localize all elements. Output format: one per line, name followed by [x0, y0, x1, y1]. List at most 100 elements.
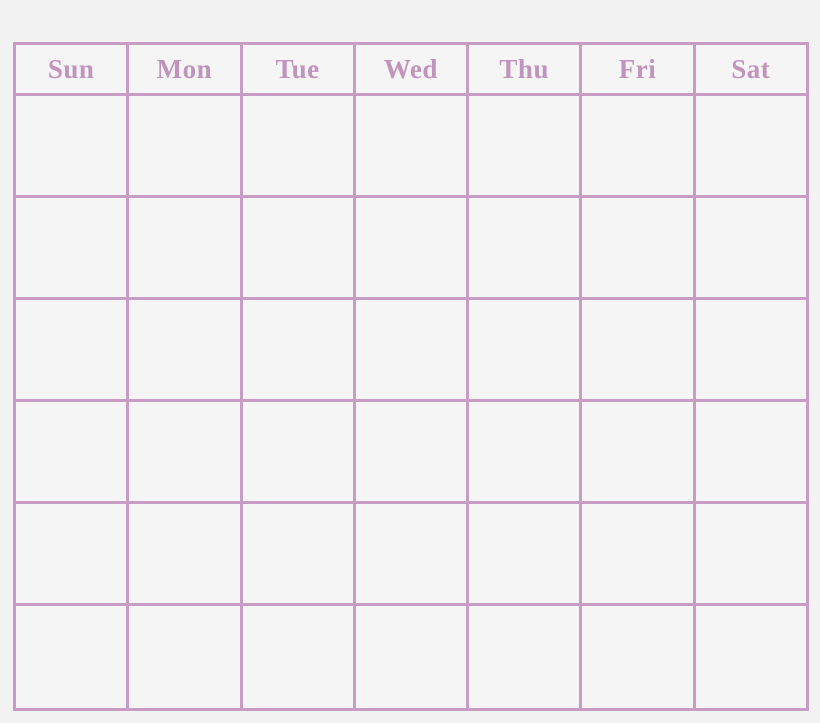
day-cell[interactable]: [355, 402, 470, 504]
calendar-week-row: [16, 96, 809, 198]
day-cell[interactable]: [129, 504, 243, 606]
day-cell[interactable]: [129, 300, 243, 402]
day-cell-label: [582, 198, 692, 297]
day-cell[interactable]: [582, 96, 696, 198]
day-cell-label: [243, 96, 353, 195]
day-cell-label: [469, 402, 579, 501]
day-cell-label: [696, 402, 806, 501]
day-cell-label: [356, 402, 466, 501]
day-cell[interactable]: [16, 606, 130, 711]
day-cell-label: [16, 606, 126, 708]
day-cell-label: [16, 300, 126, 399]
calendar-week-row: [16, 606, 809, 711]
day-cell-label: [469, 300, 579, 399]
day-cell-label: [356, 504, 466, 603]
day-cell-label: [469, 606, 579, 708]
day-cell-label: [356, 198, 466, 297]
day-cell-label: [582, 96, 692, 195]
day-cell[interactable]: [355, 504, 470, 606]
day-cell[interactable]: [242, 504, 356, 606]
day-cell[interactable]: [695, 300, 809, 402]
day-cell-label: [243, 198, 353, 297]
day-cell-label: [16, 96, 126, 195]
weekday-header-sun: Sun: [16, 45, 130, 96]
day-cell[interactable]: [582, 198, 696, 300]
day-cell-label: [469, 504, 579, 603]
day-cell[interactable]: [582, 606, 696, 711]
calendar-root: Sun Mon Tue Wed Thu Fri Sat: [0, 0, 820, 723]
weekday-header-sat: Sat: [695, 45, 809, 96]
day-cell[interactable]: [16, 96, 130, 198]
day-cell-label: [582, 504, 692, 603]
day-cell-label: [696, 300, 806, 399]
day-cell[interactable]: [16, 198, 130, 300]
calendar-week-row: [16, 504, 809, 606]
calendar-header-row: Sun Mon Tue Wed Thu Fri Sat: [16, 45, 809, 96]
weekday-header-mon: Mon: [129, 45, 243, 96]
day-cell[interactable]: [242, 606, 356, 711]
day-cell[interactable]: [16, 504, 130, 606]
day-cell-label: [469, 198, 579, 297]
day-cell-label: [243, 606, 353, 708]
weekday-header-thu: Thu: [469, 45, 583, 96]
day-cell[interactable]: [469, 606, 583, 711]
day-cell-label: [356, 606, 466, 708]
day-cell[interactable]: [16, 402, 130, 504]
day-cell[interactable]: [469, 402, 583, 504]
calendar-week-row: [16, 300, 809, 402]
day-cell[interactable]: [242, 300, 356, 402]
day-cell-label: [582, 300, 692, 399]
day-cell[interactable]: [129, 402, 243, 504]
day-cell[interactable]: [355, 198, 470, 300]
day-cell[interactable]: [582, 504, 696, 606]
day-cell[interactable]: [469, 198, 583, 300]
day-cell-label: [16, 402, 126, 501]
day-cell-label: [129, 198, 239, 297]
day-cell[interactable]: [582, 300, 696, 402]
day-cell-label: [16, 198, 126, 297]
day-cell-label: [129, 300, 239, 399]
day-cell[interactable]: [242, 198, 356, 300]
day-cell-label: [696, 96, 806, 195]
day-cell-label: [696, 606, 806, 708]
day-cell[interactable]: [695, 504, 809, 606]
calendar-body: [16, 96, 809, 711]
calendar-week-row: [16, 198, 809, 300]
day-cell[interactable]: [129, 96, 243, 198]
day-cell[interactable]: [695, 96, 809, 198]
day-cell-label: [696, 504, 806, 603]
weekday-header-row: Sun Mon Tue Wed Thu Fri Sat: [16, 45, 809, 96]
weekday-header-tue: Tue: [242, 45, 356, 96]
day-cell[interactable]: [582, 402, 696, 504]
day-cell-label: [356, 96, 466, 195]
day-cell[interactable]: [695, 402, 809, 504]
day-cell[interactable]: [469, 300, 583, 402]
day-cell[interactable]: [469, 504, 583, 606]
day-cell[interactable]: [129, 198, 243, 300]
day-cell[interactable]: [695, 606, 809, 711]
day-cell-label: [16, 504, 126, 603]
day-cell-label: [129, 606, 239, 708]
weekday-header-wed: Wed: [355, 45, 470, 96]
day-cell[interactable]: [16, 300, 130, 402]
day-cell[interactable]: [129, 606, 243, 711]
day-cell[interactable]: [242, 402, 356, 504]
day-cell-label: [129, 402, 239, 501]
calendar-week-row: [16, 402, 809, 504]
day-cell-label: [129, 96, 239, 195]
calendar-grid: Sun Mon Tue Wed Thu Fri Sat: [13, 42, 809, 711]
day-cell[interactable]: [469, 96, 583, 198]
day-cell-label: [243, 504, 353, 603]
day-cell[interactable]: [695, 198, 809, 300]
day-cell-label: [129, 504, 239, 603]
day-cell[interactable]: [355, 300, 470, 402]
day-cell-label: [582, 606, 692, 708]
day-cell[interactable]: [242, 96, 356, 198]
day-cell-label: [356, 300, 466, 399]
day-cell[interactable]: [355, 606, 470, 711]
weekday-header-fri: Fri: [582, 45, 696, 96]
day-cell-label: [582, 402, 692, 501]
day-cell[interactable]: [355, 96, 470, 198]
day-cell-label: [243, 300, 353, 399]
day-cell-label: [469, 96, 579, 195]
